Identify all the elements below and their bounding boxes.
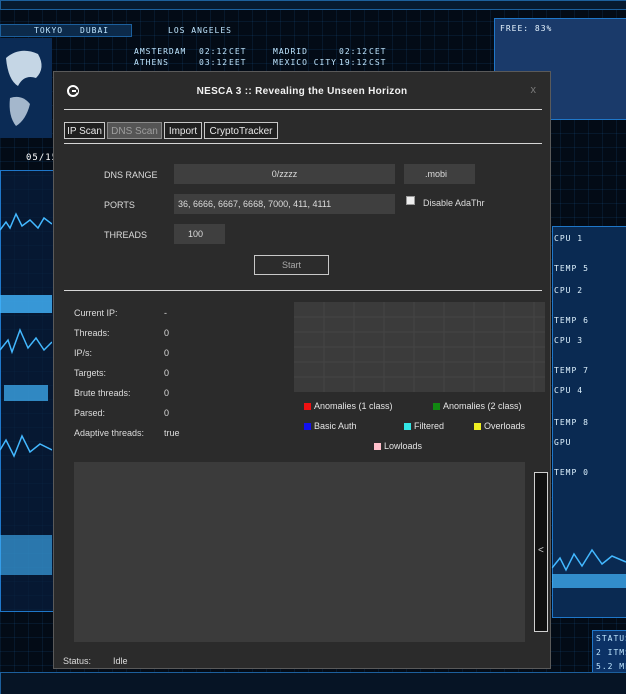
stat-label: Current IP: xyxy=(74,308,118,318)
legend-label: Anomalies (2 class) xyxy=(443,401,522,411)
wallpaper-free-label: FREE: 83% xyxy=(500,24,553,33)
wallpaper-clock-zone: EET xyxy=(229,58,247,67)
sensor-label: TEMP 0 xyxy=(554,468,589,477)
wallpaper-status-label: STATUS xyxy=(596,634,626,643)
wallpaper-city-tab: TOKYO xyxy=(34,26,64,35)
legend-label: Basic Auth xyxy=(314,421,357,431)
stat-value: 0 xyxy=(164,328,170,338)
sensor-label: CPU 3 xyxy=(554,336,584,345)
ports-input[interactable]: 36, 6666, 6667, 6668, 7000, 411, 4111 xyxy=(174,194,395,214)
legend-item: Anomalies (2 class) xyxy=(433,401,522,411)
legend-item: Lowloads xyxy=(374,441,422,451)
activity-graph xyxy=(294,302,545,392)
threads-input[interactable]: 100 xyxy=(174,224,225,244)
sensor-label: TEMP 8 xyxy=(554,418,589,427)
legend-label: Lowloads xyxy=(384,441,423,451)
stat-label: Threads: xyxy=(74,328,110,338)
wallpaper-clock-city: ATHENS xyxy=(134,58,169,67)
wallpaper-status-label: 5.2 ME xyxy=(596,662,626,671)
title-divider xyxy=(64,109,542,110)
tab-divider xyxy=(64,143,542,144)
stat-value: - xyxy=(164,308,167,318)
legend-label: Overloads xyxy=(484,421,526,431)
stat-label: Brute threads: xyxy=(74,388,131,398)
legend-label: Filtered xyxy=(414,421,445,431)
activity-graph-grid xyxy=(294,302,545,392)
log-collapse-button[interactable]: < xyxy=(534,472,548,632)
sensor-label: CPU 4 xyxy=(554,386,584,395)
wallpaper-top-strip xyxy=(0,0,626,10)
sensor-label: GPU xyxy=(554,438,572,447)
legend-item: Filtered xyxy=(404,421,444,431)
wallpaper-clock-time: 19:12 xyxy=(339,58,369,67)
status-label: Status: xyxy=(63,656,92,666)
sensor-label: CPU 2 xyxy=(554,286,584,295)
legend-label: Anomalies (1 class) xyxy=(314,401,393,411)
wallpaper-clock-city: MEXICO CITY xyxy=(273,58,337,67)
nesca-window: NESCA 3 :: Revealing the Unseen Horizon … xyxy=(53,71,551,669)
sensor-sparkline xyxy=(552,548,626,588)
wallpaper-clock-time: 02:12 xyxy=(199,47,229,56)
stat-value: 0 xyxy=(164,368,170,378)
wallpaper-clock-zone: CET xyxy=(369,47,387,56)
ports-label: PORTS xyxy=(104,200,135,210)
window-title: NESCA 3 :: Revealing the Unseen Horizon xyxy=(196,86,408,97)
close-button[interactable]: x xyxy=(531,84,537,96)
dns-range-input[interactable]: 0/zzzz xyxy=(174,164,395,184)
legend-swatch xyxy=(304,423,311,430)
stat-value: 0 xyxy=(164,388,170,398)
title-bar[interactable]: NESCA 3 :: Revealing the Unseen Horizon … xyxy=(54,72,550,110)
wallpaper-status-label: 2 ITMS xyxy=(596,648,626,657)
sensor-label: TEMP 6 xyxy=(554,316,589,325)
wallpaper-clock-time: 02:12 xyxy=(339,47,369,56)
tab-cryptotracker[interactable]: CryptoTracker xyxy=(204,122,278,139)
wallpaper-clock-city: MADRID xyxy=(273,47,308,56)
wallpaper-bottom-strip xyxy=(0,672,626,694)
wallpaper-clock-zone: CET xyxy=(229,47,247,56)
disable-adathr-label: Disable AdaThr xyxy=(423,198,485,208)
sensor-label: TEMP 7 xyxy=(554,366,589,375)
form-divider xyxy=(64,290,542,291)
log-output[interactable] xyxy=(74,462,525,642)
stat-label: IP/s: xyxy=(74,348,93,358)
legend-swatch xyxy=(433,403,440,410)
status-value: Idle xyxy=(113,656,128,666)
legend-item: Basic Auth xyxy=(304,421,357,431)
tld-input[interactable]: .mobi xyxy=(404,164,475,184)
stat-value: true xyxy=(164,428,180,438)
stat-value: 0 xyxy=(164,408,170,418)
legend-swatch xyxy=(304,403,311,410)
wallpaper-city-tab: DUBAI xyxy=(80,26,110,35)
legend-item: Anomalies (1 class) xyxy=(304,401,393,411)
legend-swatch xyxy=(474,423,481,430)
world-map-graphic xyxy=(0,38,52,138)
threads-label: THREADS xyxy=(104,230,148,240)
wallpaper-sparklines xyxy=(0,212,52,575)
stat-label: Adaptive threads: xyxy=(74,428,145,438)
sensor-label: CPU 1 xyxy=(554,234,584,243)
wallpaper-clock-time: 03:12 xyxy=(199,58,229,67)
disable-adathr-checkbox[interactable] xyxy=(406,196,415,205)
tab-dns-scan[interactable]: DNS Scan xyxy=(107,122,162,139)
stat-label: Parsed: xyxy=(74,408,106,418)
legend-swatch xyxy=(374,443,381,450)
tab-import[interactable]: Import xyxy=(164,122,202,139)
start-button[interactable]: Start xyxy=(254,255,329,275)
legend-item: Overloads xyxy=(474,421,525,431)
dns-range-label: DNS RANGE xyxy=(104,170,158,180)
sensor-label: TEMP 5 xyxy=(554,264,589,273)
legend-swatch xyxy=(404,423,411,430)
stat-value: 0 xyxy=(164,348,170,358)
wallpaper-city-tab: LOS ANGELES xyxy=(168,26,232,35)
wallpaper-clock-zone: CST xyxy=(369,58,387,67)
stat-label: Targets: xyxy=(74,368,107,378)
wallpaper-city-strip xyxy=(0,24,132,37)
wallpaper-clock-city: AMSTERDAM xyxy=(134,47,187,56)
sensor-list: CPU 1 TEMP 5 CPU 2 TEMP 6 CPU 3 TEMP 7 C… xyxy=(552,228,626,628)
chevron-left-icon: < xyxy=(538,545,544,556)
tab-ip-scan[interactable]: IP Scan xyxy=(64,122,105,139)
